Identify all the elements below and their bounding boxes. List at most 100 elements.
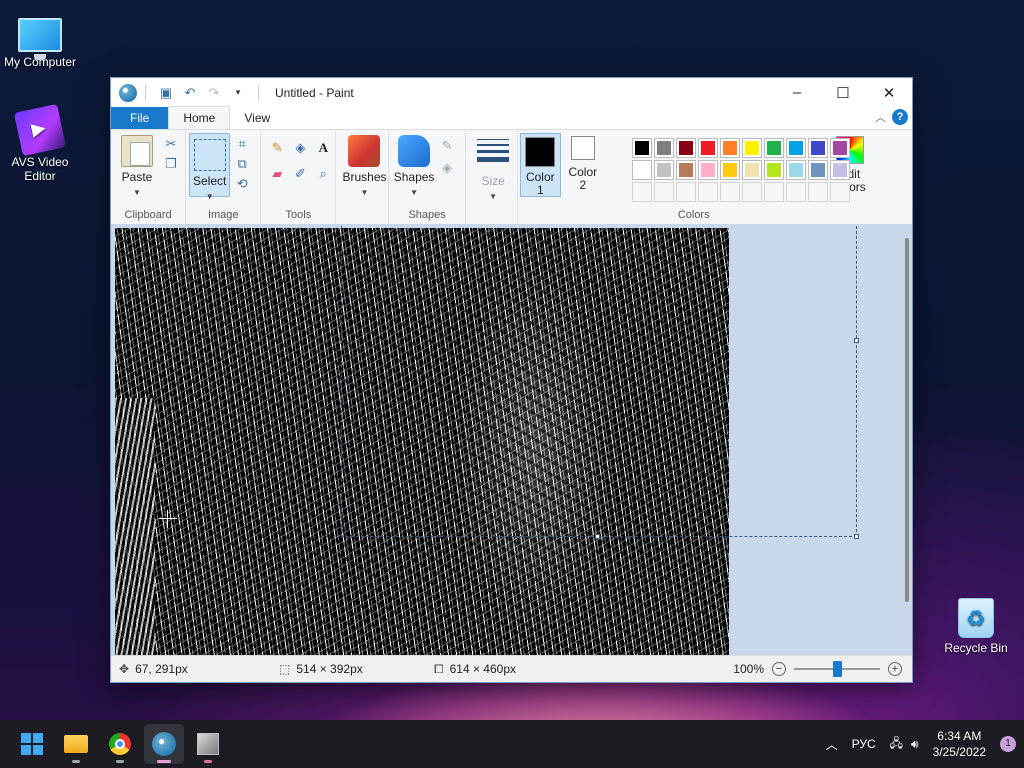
paint-app-icon[interactable] bbox=[119, 83, 137, 102]
color-picker-icon[interactable]: ✐ bbox=[292, 166, 308, 182]
resize-handle[interactable] bbox=[595, 534, 600, 539]
brushes-button[interactable]: Brushes ▼ bbox=[342, 135, 387, 199]
outline-icon[interactable]: ✎ bbox=[439, 138, 455, 154]
select-button[interactable]: Select ▼ bbox=[189, 133, 231, 201]
palette-color-swatch[interactable] bbox=[830, 138, 850, 158]
palette-empty-slot[interactable] bbox=[764, 182, 784, 202]
network-icon[interactable]: 🖧 bbox=[890, 734, 903, 755]
resize-handle[interactable] bbox=[854, 534, 859, 539]
pencil-icon[interactable]: ✎ bbox=[269, 140, 285, 156]
color-1-button[interactable]: Color 1 bbox=[519, 133, 561, 197]
palette-empty-slot[interactable] bbox=[786, 182, 806, 202]
palette-color-swatch[interactable] bbox=[808, 160, 828, 180]
volume-icon[interactable]: 🔊︎ bbox=[911, 737, 919, 752]
move-cursor-icon: ✥ bbox=[119, 662, 130, 676]
color-1-number: 1 bbox=[536, 183, 544, 197]
redo-icon[interactable]: ↷ bbox=[205, 84, 223, 102]
palette-color-swatch[interactable] bbox=[786, 160, 806, 180]
copy-icon[interactable]: ❐ bbox=[163, 156, 179, 172]
palette-empty-slot[interactable] bbox=[676, 182, 696, 202]
select-icon bbox=[193, 139, 226, 171]
taskbar-chrome[interactable] bbox=[100, 724, 140, 764]
text-icon[interactable]: A bbox=[315, 140, 331, 156]
resize-icon[interactable]: ⧉ bbox=[234, 156, 250, 172]
selection-rectangle[interactable] bbox=[341, 224, 859, 539]
palette-color-swatch[interactable] bbox=[830, 160, 850, 180]
taskbar-paint[interactable] bbox=[144, 724, 184, 764]
brush-icon bbox=[348, 135, 381, 167]
palette-empty-slot[interactable] bbox=[720, 182, 740, 202]
zoom-in-icon[interactable]: + bbox=[888, 662, 902, 676]
paint-icon bbox=[152, 732, 176, 756]
help-icon[interactable]: ? bbox=[892, 109, 908, 125]
palette-color-swatch[interactable] bbox=[632, 160, 652, 180]
palette-color-swatch[interactable] bbox=[698, 138, 718, 158]
undo-icon[interactable]: ↶ bbox=[181, 84, 199, 102]
palette-color-swatch[interactable] bbox=[786, 138, 806, 158]
color-1-label: Color bbox=[525, 170, 555, 184]
taskbar-file-explorer[interactable] bbox=[56, 724, 96, 764]
close-button[interactable]: ✕ bbox=[866, 78, 912, 107]
magnifier-icon[interactable]: ⌕ bbox=[315, 166, 331, 182]
start-button[interactable] bbox=[12, 724, 52, 764]
shapes-button[interactable]: Shapes ▼ bbox=[393, 135, 435, 199]
save-icon[interactable]: ▣ bbox=[157, 84, 175, 102]
cut-icon[interactable]: ✂ bbox=[163, 136, 179, 152]
ribbon: Paste ▼ ✂ ❐ Clipboard Select ▼ ⌗ ⧉ ⟲ Ima… bbox=[111, 129, 912, 225]
palette-color-swatch[interactable] bbox=[654, 160, 674, 180]
clock-date: 3/25/2022 bbox=[932, 745, 986, 759]
resize-handle[interactable] bbox=[854, 338, 859, 343]
customize-quick-access-icon[interactable]: ▾ bbox=[229, 84, 247, 102]
palette-color-swatch[interactable] bbox=[720, 138, 740, 158]
rotate-icon[interactable]: ⟲ bbox=[234, 176, 250, 192]
divider bbox=[258, 84, 259, 101]
palette-empty-slot[interactable] bbox=[808, 182, 828, 202]
zoom-slider-thumb[interactable] bbox=[832, 661, 842, 677]
crop-icon[interactable]: ⌗ bbox=[234, 136, 250, 152]
clock[interactable]: 6:34 AM 3/25/2022 bbox=[933, 728, 986, 760]
palette-empty-slot[interactable] bbox=[742, 182, 762, 202]
palette-color-swatch[interactable] bbox=[742, 160, 762, 180]
desktop-icon-avs-video-editor[interactable]: AVS Video Editor bbox=[0, 103, 80, 183]
vertical-scrollbar[interactable] bbox=[905, 238, 909, 602]
palette-color-swatch[interactable] bbox=[764, 160, 784, 180]
title-bar: ▣ ↶ ↷ ▾ Untitled - Paint – ☐ ✕ bbox=[111, 78, 912, 107]
palette-empty-slot[interactable] bbox=[632, 182, 652, 202]
desktop-icon-my-computer[interactable]: My Computer bbox=[0, 10, 80, 69]
palette-color-swatch[interactable] bbox=[632, 138, 652, 158]
minimize-ribbon-icon[interactable]: ︿ bbox=[875, 109, 886, 125]
palette-empty-slot[interactable] bbox=[830, 182, 850, 202]
size-button[interactable]: Size ▼ bbox=[474, 135, 512, 203]
tab-home[interactable]: Home bbox=[168, 106, 231, 129]
notification-badge[interactable]: 1 bbox=[1000, 736, 1016, 752]
palette-color-swatch[interactable] bbox=[764, 138, 784, 158]
maximize-button[interactable]: ☐ bbox=[820, 78, 866, 107]
fill-shape-icon[interactable]: ◈ bbox=[439, 160, 455, 176]
show-hidden-icons-icon[interactable]: ︿ bbox=[826, 736, 838, 753]
desktop-icon-recycle-bin[interactable]: Recycle Bin bbox=[936, 598, 1016, 655]
palette-color-swatch[interactable] bbox=[808, 138, 828, 158]
color-2-button[interactable]: Color 2 bbox=[564, 136, 602, 192]
palette-color-swatch[interactable] bbox=[742, 138, 762, 158]
tab-file[interactable]: File bbox=[111, 107, 169, 129]
paste-button[interactable]: Paste ▼ bbox=[117, 135, 157, 199]
palette-color-swatch[interactable] bbox=[720, 160, 740, 180]
window-controls: – ☐ ✕ bbox=[774, 78, 912, 107]
palette-color-swatch[interactable] bbox=[654, 138, 674, 158]
language-indicator[interactable]: РУС bbox=[852, 737, 876, 751]
palette-empty-slot[interactable] bbox=[698, 182, 718, 202]
shapes-button-label: Shapes bbox=[393, 170, 435, 184]
zoom-out-icon[interactable]: − bbox=[772, 662, 786, 676]
zoom-slider[interactable] bbox=[794, 661, 880, 677]
palette-color-swatch[interactable] bbox=[698, 160, 718, 180]
ribbon-tabs: File Home View ︿ ? bbox=[111, 106, 912, 129]
fill-icon[interactable]: ◈ bbox=[292, 140, 308, 156]
tab-view[interactable]: View bbox=[230, 107, 284, 129]
taskbar-avs[interactable] bbox=[188, 724, 228, 764]
eraser-icon[interactable]: ▰ bbox=[269, 166, 285, 182]
palette-color-swatch[interactable] bbox=[676, 160, 696, 180]
palette-empty-slot[interactable] bbox=[654, 182, 674, 202]
palette-color-swatch[interactable] bbox=[676, 138, 696, 158]
minimize-button[interactable]: – bbox=[774, 78, 820, 107]
selection-size-icon: ⬚ bbox=[279, 662, 291, 676]
